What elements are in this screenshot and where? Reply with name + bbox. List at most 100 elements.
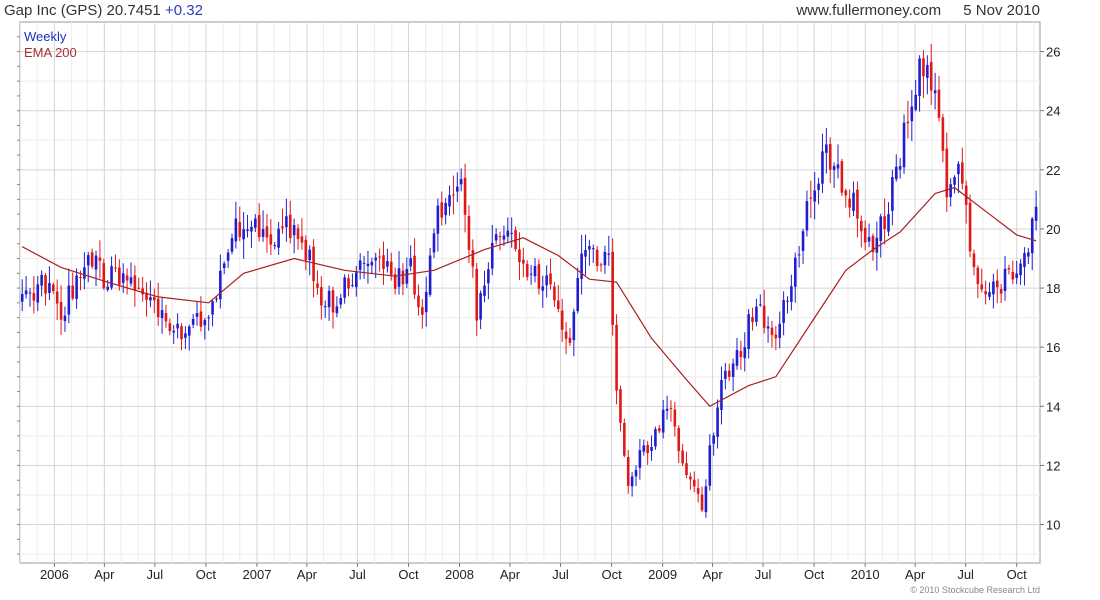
- candle-body: [409, 258, 412, 267]
- candle-body: [207, 317, 210, 319]
- candle-body: [149, 297, 152, 301]
- candle-body: [102, 263, 106, 289]
- candle-body: [863, 227, 867, 243]
- candle-body: [51, 284, 55, 291]
- candle-body: [152, 297, 156, 301]
- candle-body: [110, 266, 113, 288]
- candle-body: [378, 256, 381, 258]
- candle-body: [751, 316, 754, 323]
- candle-body: [525, 263, 529, 277]
- candle-body: [879, 216, 883, 241]
- candle-body: [382, 255, 385, 269]
- candle-body: [463, 177, 467, 215]
- candle-body: [475, 268, 479, 321]
- candle-body: [770, 327, 774, 336]
- candle-body: [995, 280, 999, 288]
- x-tick-label: Jul: [349, 567, 366, 582]
- candle-body: [335, 306, 339, 314]
- candle-body: [176, 323, 179, 329]
- candle-body: [226, 252, 230, 261]
- candle-body: [646, 445, 649, 454]
- candle-body: [467, 215, 471, 250]
- candle-body: [32, 293, 36, 301]
- candle-body: [506, 230, 510, 237]
- candle-body: [541, 286, 545, 291]
- x-tick-label: Jul: [552, 567, 569, 582]
- candle-body: [821, 151, 824, 184]
- x-tick-label: Jul: [755, 567, 772, 582]
- candle-body: [813, 190, 816, 202]
- y-tick-label: 26: [1046, 45, 1060, 60]
- candle-body: [961, 162, 964, 184]
- candle-body: [840, 161, 844, 193]
- copyright-note: © 2010 Stockcube Research Ltd: [910, 585, 1040, 595]
- chart-legend: Weekly EMA 200: [24, 29, 77, 61]
- candle-body: [926, 65, 929, 78]
- candle-body: [576, 278, 580, 312]
- candle-body: [168, 323, 172, 332]
- y-tick-label: 14: [1046, 399, 1060, 414]
- candle-body: [323, 306, 327, 308]
- candle-body: [793, 257, 797, 287]
- candle-body: [591, 248, 595, 250]
- candle-body: [685, 463, 688, 476]
- x-tick-label: 2009: [648, 567, 677, 582]
- candle-body: [918, 58, 921, 97]
- candle-body: [1019, 263, 1022, 276]
- candle-body: [898, 166, 902, 170]
- candle-body: [999, 289, 1003, 294]
- candle-body: [137, 287, 141, 289]
- candle-body: [133, 275, 137, 291]
- candle-body: [222, 263, 226, 268]
- candle-body: [164, 312, 168, 322]
- candle-body: [370, 261, 374, 266]
- candle-body: [510, 232, 513, 234]
- candle-body: [55, 291, 59, 304]
- candle-body: [735, 350, 739, 366]
- candle-body: [980, 284, 984, 290]
- candle-body: [413, 255, 416, 295]
- candle-body: [906, 121, 910, 124]
- candle-body: [844, 190, 848, 196]
- candle-body: [253, 218, 257, 228]
- candle-body: [20, 293, 24, 302]
- candle-body: [351, 284, 354, 286]
- candle-body: [953, 176, 956, 185]
- candle-body: [529, 273, 533, 275]
- candle-body: [852, 192, 855, 212]
- candle-body: [762, 305, 766, 328]
- candle-body: [611, 251, 614, 325]
- candle-body: [215, 298, 218, 300]
- candle-body: [755, 306, 758, 322]
- candle-body: [883, 216, 886, 230]
- candle-body: [1011, 271, 1015, 280]
- candle-body: [63, 315, 67, 322]
- candle-body: [362, 262, 366, 264]
- candle-body: [187, 326, 191, 336]
- candle-body: [560, 310, 564, 330]
- candle-body: [121, 273, 125, 283]
- candle-body: [689, 476, 692, 480]
- x-tick-label: Jul: [147, 567, 164, 582]
- candle-body: [665, 408, 669, 411]
- candle-body: [24, 290, 28, 295]
- candle-body: [327, 290, 331, 308]
- candle-body: [242, 229, 245, 240]
- candle-body: [355, 272, 358, 288]
- candle-body: [801, 231, 805, 251]
- x-tick-label: Apr: [94, 567, 115, 582]
- candle-body: [568, 337, 572, 343]
- candle-body: [191, 318, 195, 325]
- candle-body: [59, 301, 63, 320]
- candle-body: [894, 166, 898, 180]
- y-tick-label: 18: [1046, 281, 1060, 296]
- candle-body: [731, 363, 735, 377]
- candle-body: [825, 144, 828, 153]
- candle-body: [277, 228, 280, 248]
- candle-body: [537, 264, 541, 289]
- candle-body: [910, 106, 914, 122]
- candle-body: [456, 186, 459, 192]
- candle-body: [836, 164, 840, 169]
- candle-body: [195, 313, 199, 317]
- candle-body: [114, 267, 117, 269]
